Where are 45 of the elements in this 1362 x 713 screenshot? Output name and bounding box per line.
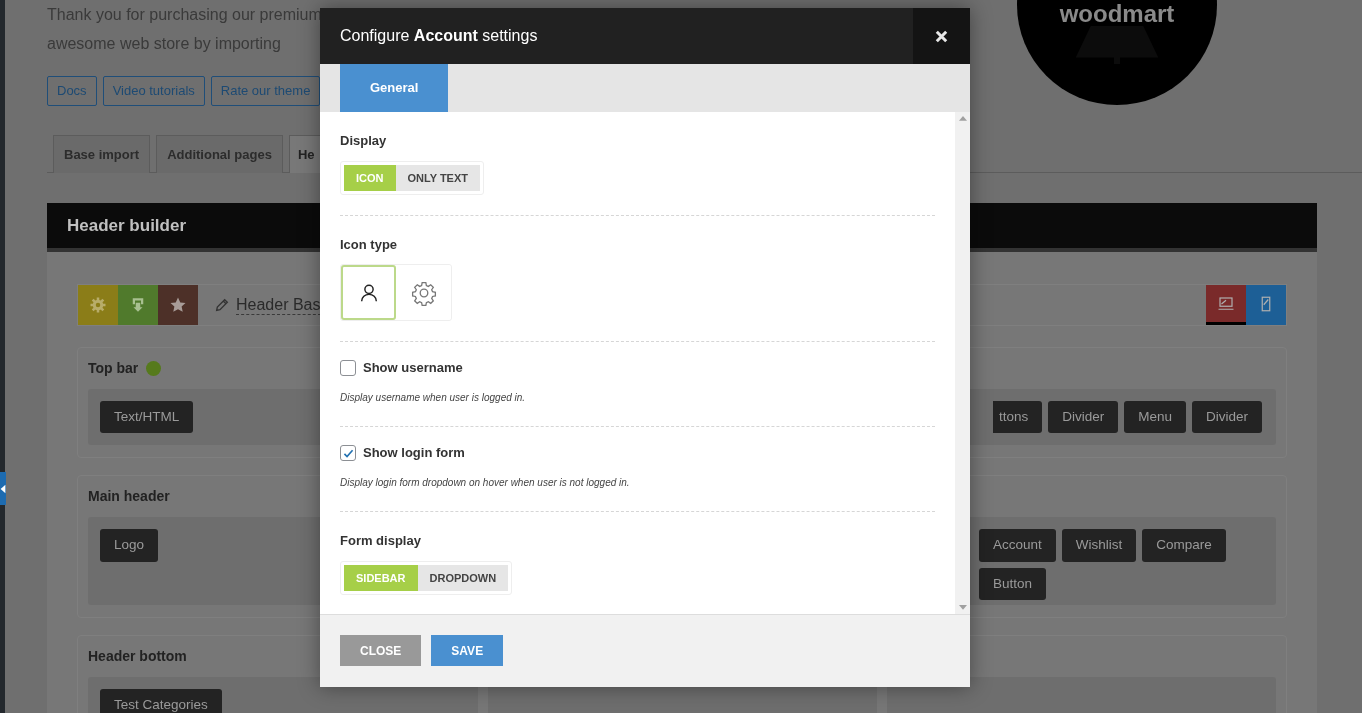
row-title: Top bar [88,359,139,378]
checkbox-label: Show username [363,360,463,376]
logo-text: woodmart [1059,2,1175,26]
element-button[interactable]: Button [979,567,1047,600]
desktop-icon [1217,294,1235,313]
element-button[interactable]: Menu [1124,401,1186,434]
scroll-up-icon [958,116,967,121]
panel-title: Header builder [67,216,187,235]
field-description: Display username when user is logged in. [340,391,527,405]
star-icon [169,296,187,314]
close-icon [934,28,949,44]
dialog-title: Configure Account settings [340,26,538,46]
element-button[interactable]: Divider [1192,401,1262,434]
scrollbar[interactable] [955,112,970,614]
gear-icon [410,279,437,306]
close-button[interactable]: CLOSE [340,635,422,666]
row-title: Main header [88,487,170,507]
pencil-icon [214,297,230,313]
element-button[interactable]: Divider [1048,401,1119,434]
import-button[interactable] [118,285,158,325]
icon-option[interactable] [341,265,396,320]
element-button[interactable]: ttons [992,401,1043,434]
field-label: Form display [340,533,422,549]
option-button[interactable]: DROPDOWN [417,565,509,591]
gear-icon [89,296,107,314]
row-title: Header bottom [88,647,187,667]
tab[interactable]: General [340,64,449,112]
element-button[interactable]: Logo [100,529,159,562]
element-button[interactable]: Text/HTML [100,401,194,434]
desktop-button[interactable] [1206,285,1246,325]
checkbox[interactable] [340,445,356,461]
favorite-button[interactable] [158,285,198,325]
option-button[interactable]: ONLY TEXT [395,165,481,191]
field-description: Display login form dropdown on hover when user is not logged in. [340,476,631,490]
element-button[interactable]: Account [979,529,1056,562]
field-label: Icon type [340,237,399,253]
element-button[interactable]: Wishlist [1061,529,1137,562]
element-button[interactable]: Test Categories [100,689,222,713]
checkbox[interactable] [340,360,356,376]
settings-button[interactable] [78,285,118,325]
save-button[interactable]: SAVE [431,635,504,666]
field-label: Display [340,133,388,149]
element-button[interactable]: Compare [1142,529,1226,562]
checkbox-label: Show login form [363,445,465,461]
close-button[interactable] [913,8,970,64]
